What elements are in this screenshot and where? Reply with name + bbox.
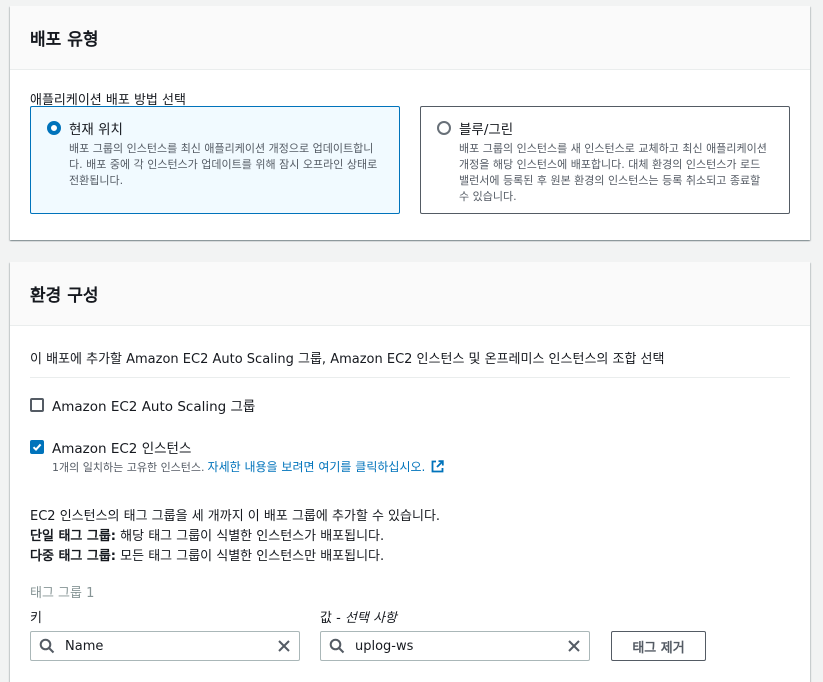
in-place-option[interactable]: 현재 위치 배포 그룹의 인스턴스를 최신 애플리케이션 개정으로 업데이트합니… [30,106,400,214]
match-count-text: 1개의 일치하는 고유한 인스턴스. [52,460,205,474]
multi-tag-line: 다중 태그 그룹: 모든 태그 그룹이 식별한 인스턴스만 배포됩니다. [30,547,440,567]
value-label-optional: 선택 사항 [344,611,397,626]
tag-group-label: 태그 그룹 1 [30,586,95,601]
ec2-checkbox-row[interactable]: Amazon EC2 인스턴스 [30,437,191,457]
match-note: 1개의 일치하는 고유한 인스턴스. 자세한 내용을 보려면 여기를 클릭하십시… [52,458,445,475]
single-tag-bold: 단일 태그 그룹: [30,529,117,544]
value-input[interactable]: uplog-ws [320,631,590,661]
multi-tag-bold: 다중 태그 그룹: [30,549,117,564]
details-link[interactable]: 자세한 내용을 보려면 여기를 클릭하십시오. [208,458,426,475]
search-icon [329,638,345,654]
in-place-label: 현재 위치 [69,122,123,138]
value-input-value: uplog-ws [355,638,414,654]
value-label: 값 - 선택 사항 [320,607,397,626]
key-input[interactable]: Name [30,631,300,661]
key-input-value: Name [65,638,104,654]
deployment-type-title: 배포 유형 [30,30,99,50]
blue-green-label: 블루/그린 [459,122,514,138]
single-tag-text: 해당 태그 그룹이 식별한 인스턴스가 배포됩니다. [116,529,385,544]
checkmark-icon [32,443,42,452]
asg-checkbox-label: Amazon EC2 Auto Scaling 그룹 [52,399,256,415]
single-tag-line: 단일 태그 그룹: 해당 태그 그룹이 식별한 인스턴스가 배포됩니다. [30,527,440,547]
search-icon [39,638,55,654]
in-place-radio[interactable] [47,121,61,135]
clear-icon[interactable] [567,639,581,653]
ec2-checkbox-label: Amazon EC2 인스턴스 [52,441,192,457]
asg-checkbox[interactable] [30,398,44,412]
tag-groups-info-line: EC2 인스턴스의 태그 그룹을 세 개까지 이 배포 그룹에 추가할 수 있습… [30,509,441,524]
clear-icon[interactable] [277,639,291,653]
ec2-checkbox[interactable] [30,440,44,454]
blue-green-option[interactable]: 블루/그린 배포 그룹의 인스턴스를 새 인스턴스로 교체하고 최신 애플리케이… [420,106,790,214]
tag-groups-info: EC2 인스턴스의 태그 그룹을 세 개까지 이 배포 그룹에 추가할 수 있습… [30,507,440,567]
divider [30,377,790,378]
value-label-main: 값 - [320,611,345,626]
environment-header: 환경 구성 [10,262,810,326]
multi-tag-text: 모든 태그 그룹이 식별한 인스턴스만 배포됩니다. [116,549,385,564]
asg-checkbox-row[interactable]: Amazon EC2 Auto Scaling 그룹 [30,395,255,415]
remove-tag-button[interactable]: 태그 제거 [611,631,706,661]
deployment-type-header: 배포 유형 [10,6,810,70]
key-label: 키 [30,611,42,626]
blue-green-description: 배포 그룹의 인스턴스를 새 인스턴스로 교체하고 최신 애플리케이션 개정을 … [459,142,767,203]
external-link-icon[interactable] [431,460,445,473]
in-place-description: 배포 그룹의 인스턴스를 최신 애플리케이션 개정으로 업데이트합니다. 배포 … [69,142,378,187]
blue-green-radio[interactable] [437,121,451,135]
environment-title: 환경 구성 [30,286,99,306]
environment-description: 이 배포에 추가할 Amazon EC2 Auto Scaling 그룹, Am… [30,352,665,367]
